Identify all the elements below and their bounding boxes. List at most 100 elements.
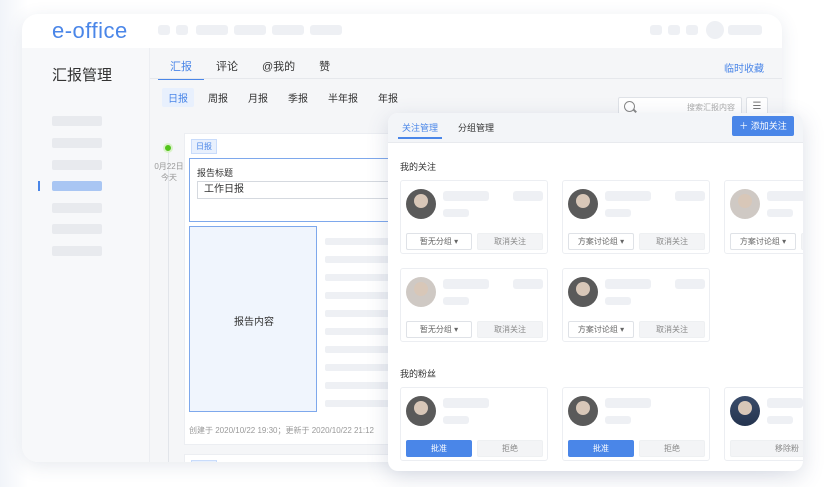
report-type-badge: 日报 xyxy=(191,139,217,154)
user-name-placeholder xyxy=(605,191,651,201)
user-name-placeholder xyxy=(605,279,651,289)
top-nav-placeholder[interactable] xyxy=(234,25,266,35)
sidebar-item-active[interactable] xyxy=(52,181,102,191)
add-follow-label: 添加关注 xyxy=(750,121,787,131)
group-select-value: 暂无分组 xyxy=(419,237,452,246)
panel-header: 关注管理 分组管理 ＋ 添加关注 xyxy=(388,113,803,143)
chevron-down-icon: ▾ xyxy=(617,237,625,246)
quick-fav-link[interactable]: 临时收藏 xyxy=(724,60,764,75)
remove-fan-button[interactable]: 移除粉 xyxy=(730,440,803,457)
user-meta-placeholder xyxy=(675,279,705,289)
unfollow-button[interactable]: 取消关注 xyxy=(477,321,543,338)
fan-card: 批准 拒绝 xyxy=(562,387,710,461)
user-avatar[interactable] xyxy=(568,189,598,219)
top-tool-placeholder[interactable] xyxy=(686,25,698,35)
follow-card: 方案讨论组 ▾ 取 xyxy=(724,180,803,254)
chevron-down-icon: ▾ xyxy=(451,325,459,334)
report-timestamps: 创建于 2020/10/22 19:30；更新于 2020/10/22 21:1… xyxy=(189,426,375,435)
sidebar-item[interactable] xyxy=(52,246,102,256)
user-name-placeholder xyxy=(443,398,489,408)
follow-card: 方案讨论组 ▾ 取消关注 xyxy=(562,268,710,342)
tab-group-manage[interactable]: 分组管理 xyxy=(458,121,494,134)
user-meta-placeholder xyxy=(513,279,543,289)
timeline-date-label: 0月22日 xyxy=(154,162,184,171)
tab-like[interactable]: 赞 xyxy=(307,58,342,80)
sidebar-active-marker xyxy=(38,181,40,191)
reject-button[interactable]: 拒绝 xyxy=(477,440,543,457)
top-nav-placeholder[interactable] xyxy=(196,25,228,35)
sidebar-title: 汇报管理 xyxy=(52,67,113,84)
group-select[interactable]: 方案讨论组 ▾ xyxy=(568,321,634,338)
user-name-placeholder xyxy=(443,191,489,201)
tab-daily[interactable]: 日报 xyxy=(162,88,194,107)
tab-mention[interactable]: @我的 xyxy=(250,58,307,80)
sidebar-item[interactable] xyxy=(52,203,102,213)
user-avatar[interactable] xyxy=(406,189,436,219)
my-follow-title: 我的关注 xyxy=(400,162,437,172)
user-name-placeholder[interactable] xyxy=(728,25,762,35)
user-dept-placeholder xyxy=(605,209,631,217)
group-select[interactable]: 暂无分组 ▾ xyxy=(406,233,472,250)
plus-icon: ＋ xyxy=(739,121,751,131)
user-dept-placeholder xyxy=(605,416,631,424)
timeline-date: 0月22日 今天 xyxy=(150,161,188,183)
search-icon xyxy=(624,101,635,112)
user-avatar[interactable] xyxy=(706,21,724,39)
top-nav-placeholder[interactable] xyxy=(272,25,304,35)
title-label: 报告标题 xyxy=(197,168,234,178)
sidebar-item[interactable] xyxy=(52,138,102,148)
follow-card: 暂无分组 ▾ 取消关注 xyxy=(400,268,548,342)
user-meta-placeholder xyxy=(513,191,543,201)
app-logo: e-office xyxy=(52,18,128,43)
tab-monthly[interactable]: 月报 xyxy=(242,88,274,107)
active-tab-indicator xyxy=(398,137,442,139)
user-dept-placeholder xyxy=(443,297,469,305)
reject-button[interactable]: 拒绝 xyxy=(639,440,705,457)
sidebar-item[interactable] xyxy=(52,160,102,170)
report-type-badge: 日报 xyxy=(191,460,217,462)
unfollow-button[interactable]: 取 xyxy=(801,233,803,250)
my-fans-title: 我的粉丝 xyxy=(400,369,437,379)
tab-comment[interactable]: 评论 xyxy=(204,58,250,80)
chevron-down-icon: ▾ xyxy=(779,237,787,246)
top-tool-placeholder[interactable] xyxy=(650,25,662,35)
user-avatar[interactable] xyxy=(568,396,598,426)
tab-halfyear[interactable]: 半年报 xyxy=(322,88,364,107)
user-name-placeholder xyxy=(767,398,803,408)
chevron-down-icon: ▾ xyxy=(451,237,459,246)
user-avatar[interactable] xyxy=(730,396,760,426)
unfollow-button[interactable]: 取消关注 xyxy=(477,233,543,250)
group-select[interactable]: 方案讨论组 ▾ xyxy=(568,233,634,250)
sidebar-item[interactable] xyxy=(52,224,102,234)
group-select[interactable]: 方案讨论组 ▾ xyxy=(730,233,796,250)
user-dept-placeholder xyxy=(767,416,793,424)
user-avatar[interactable] xyxy=(568,277,598,307)
top-nav-placeholder[interactable] xyxy=(176,25,188,35)
user-meta-placeholder xyxy=(675,191,705,201)
unfollow-button[interactable]: 取消关注 xyxy=(639,233,705,250)
follow-card: 方案讨论组 ▾ 取消关注 xyxy=(562,180,710,254)
user-avatar[interactable] xyxy=(406,396,436,426)
tab-yearly[interactable]: 年报 xyxy=(372,88,404,107)
group-select[interactable]: 暂无分组 ▾ xyxy=(406,321,472,338)
period-tabs: 日报 周报 月报 季报 半年报 年报 xyxy=(162,88,404,107)
user-name-placeholder xyxy=(767,191,803,201)
approve-button[interactable]: 批准 xyxy=(406,440,472,457)
tab-report[interactable]: 汇报 xyxy=(158,58,204,80)
top-tool-placeholder[interactable] xyxy=(668,25,680,35)
top-nav-placeholder[interactable] xyxy=(310,25,342,35)
tab-follow-manage[interactable]: 关注管理 xyxy=(402,121,438,134)
tab-quarterly[interactable]: 季报 xyxy=(282,88,314,107)
top-nav-placeholder[interactable] xyxy=(158,25,170,35)
follow-panel: 关注管理 分组管理 ＋ 添加关注 我的关注 暂无分组 ▾ 取消关注 方案讨论组 … xyxy=(388,113,803,471)
user-avatar[interactable] xyxy=(406,277,436,307)
content-label: 报告内容 xyxy=(234,317,274,328)
unfollow-button[interactable]: 取消关注 xyxy=(639,321,705,338)
add-follow-button[interactable]: ＋ 添加关注 xyxy=(732,116,794,136)
search-placeholder: 搜索汇报内容 xyxy=(687,103,735,112)
sidebar-item[interactable] xyxy=(52,116,102,126)
filter-icon: ☰ xyxy=(752,101,762,112)
approve-button[interactable]: 批准 xyxy=(568,440,634,457)
user-avatar[interactable] xyxy=(730,189,760,219)
tab-weekly[interactable]: 周报 xyxy=(202,88,234,107)
